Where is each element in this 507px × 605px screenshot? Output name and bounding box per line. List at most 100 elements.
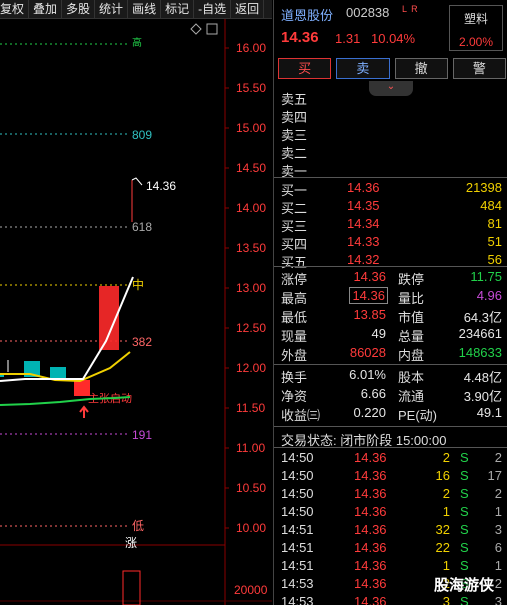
tick-row[interactable]: 14:50 14.36 1 S 1 (274, 503, 507, 521)
buy_book-row[interactable]: 买二 14.35 484 (274, 197, 507, 216)
tick-row[interactable]: 14:51 14.36 32 S 3 (274, 521, 507, 539)
kline-chart-canvas[interactable]: 16.00 15.50 15.00 14.50 14.00 13.50 13.00 12.50… (0, 19, 272, 605)
toolbar-item-5[interactable]: 标记 (161, 0, 195, 19)
divider (274, 364, 507, 365)
tick-side: S (460, 558, 469, 573)
stat-row: 现量 49 总量 234661 (274, 325, 507, 344)
y-tick-label: 10.00 (236, 521, 266, 535)
divider (274, 177, 507, 178)
book-volume: 56 (487, 252, 502, 267)
tick-side: S (460, 594, 469, 605)
sell-order-book: 卖五 卖四 卖三 卖二 卖一 (274, 88, 507, 179)
volume-bar (122, 570, 141, 605)
tick-time: 14:50 (281, 486, 314, 501)
sell-button[interactable]: 卖 (336, 58, 390, 79)
stat-value: 3.90亿 (463, 389, 502, 404)
sell_book-row[interactable]: 卖二 (274, 142, 507, 161)
stat-label: 涨停 (281, 272, 308, 287)
tick-row[interactable]: 14:50 14.36 2 S 2 (274, 485, 507, 503)
tick-volume: 32 (435, 522, 450, 537)
toolbar-item-0[interactable]: 复权 (0, 0, 30, 19)
divider (274, 426, 507, 427)
cancel-order-button[interactable]: 撤 (394, 58, 448, 79)
stat-label: 最低 (281, 310, 308, 325)
stat-label: 量比 (398, 291, 425, 306)
tick-count: 6 (494, 540, 502, 555)
y-tick-label: 11.50 (236, 401, 265, 415)
tick-volume: 3 (442, 594, 450, 605)
stock-change-pct: 10.04% (371, 31, 416, 46)
tick-time: 14:50 (281, 504, 314, 519)
tick-count: 3 (494, 594, 502, 605)
tick-row[interactable]: 14:51 14.36 1 S 1 (274, 557, 507, 575)
trade-buttons: 买 卖 撤 警 (278, 58, 506, 80)
y-tick-label: 14.50 (236, 161, 266, 175)
stat-label: 股本 (398, 370, 425, 385)
divider (274, 447, 507, 448)
toolbar-item-3[interactable]: 统计 (95, 0, 129, 19)
toolbar-item-7[interactable]: 返回 (231, 0, 265, 19)
tick-row[interactable]: 14:51 14.36 22 S 6 (274, 539, 507, 557)
sell_book-row[interactable]: 卖一 (274, 160, 507, 179)
tick-price: 14.36 (354, 486, 387, 501)
level-label-809: 809 (132, 128, 152, 142)
close-price-label: 14.36 (146, 179, 176, 193)
tick-count: 1 (494, 558, 502, 573)
tick-side: S (460, 504, 469, 519)
tick-volume: 22 (435, 540, 450, 555)
stat-row: 净资 6.66 流通 3.90亿 (274, 385, 507, 404)
buy_book-row[interactable]: 买一 14.36 21398 (274, 179, 507, 198)
y-tick-label: 10.50 (236, 481, 266, 495)
tick-row[interactable]: 14:50 14.36 2 S 2 (274, 449, 507, 467)
stat-label: 外盘 (281, 348, 308, 363)
tick-price: 14.36 (354, 558, 387, 573)
stat-row: 收益㈢ 0.220 PE(动) 49.1 (274, 404, 507, 423)
tick-volume: 16 (435, 468, 450, 483)
quote-stats: 涨停 14.36 跌停 11.75 最高 14.36 量比 4.96 最低 13.85 市值 64.3… (274, 268, 507, 423)
tick-time: 14:50 (281, 450, 314, 465)
toolbar-item-4[interactable]: 画线 (128, 0, 162, 19)
level-label-low: 低 (132, 519, 144, 533)
tick-count: 17 (487, 468, 502, 483)
stat-label: PE(动) (398, 408, 438, 423)
stat-label: 内盘 (398, 348, 425, 363)
toolbar-item-2[interactable]: 多股 (62, 0, 96, 19)
buy-button[interactable]: 买 (278, 58, 332, 79)
stock-name[interactable]: 道恩股份 (281, 5, 333, 24)
candle (74, 380, 90, 396)
tick-row[interactable]: 14:50 14.36 16 S 17 (274, 467, 507, 485)
tick-price: 14.36 (354, 522, 387, 537)
tick-count: 2 (494, 576, 502, 591)
toolbar-item-6[interactable]: -自选 (194, 0, 232, 19)
stock-price: 14.36 (281, 29, 319, 46)
sector-box[interactable]: 塑料 2.00% (449, 5, 503, 51)
buy_book-row[interactable]: 买三 14.34 81 (274, 215, 507, 234)
stat-label: 跌停 (398, 272, 425, 287)
sell_book-row[interactable]: 卖五 (274, 88, 507, 107)
diamond-icon[interactable] (190, 23, 202, 35)
stat-value: 6.66 (360, 386, 386, 401)
buy_book-row[interactable]: 买四 14.33 51 (274, 233, 507, 252)
sell_book-row[interactable]: 卖四 (274, 106, 507, 125)
buy-order-book: 买一 14.36 21398 买二 14.35 484 买三 14.34 81 买四 14.33 51… (274, 179, 507, 270)
y-tick-label: 13.50 (236, 241, 266, 255)
stat-value: 234661 (458, 326, 502, 341)
stock-flags: L R (402, 4, 419, 14)
window-icon[interactable] (206, 23, 218, 35)
book-price: 14.36 (347, 180, 380, 195)
stock-code: 002838 (346, 5, 390, 20)
tick-side: S (460, 450, 469, 465)
sell_book-row[interactable]: 卖三 (274, 124, 507, 143)
stat-label: 流通 (398, 389, 425, 404)
kline-chart[interactable]: 16.00 15.50 15.00 14.50 14.00 13.50 13.00 12.50… (0, 19, 272, 605)
quote-panel: 道恩股份 002838 L R 14.36 1.31 10.04% 塑料 2.0… (273, 0, 507, 605)
tick-volume: 1 (442, 504, 450, 519)
tick-side: S (460, 468, 469, 483)
level-label-191: 191 (132, 428, 152, 442)
stat-label: 市值 (398, 310, 425, 325)
tick-time: 14:51 (281, 522, 314, 537)
tick-time: 14:53 (281, 576, 314, 591)
alert-button[interactable]: 警 (452, 58, 506, 79)
toolbar-item-1[interactable]: 叠加 (29, 0, 63, 19)
stat-row: 换手 6.01% 股本 4.48亿 (274, 366, 507, 385)
